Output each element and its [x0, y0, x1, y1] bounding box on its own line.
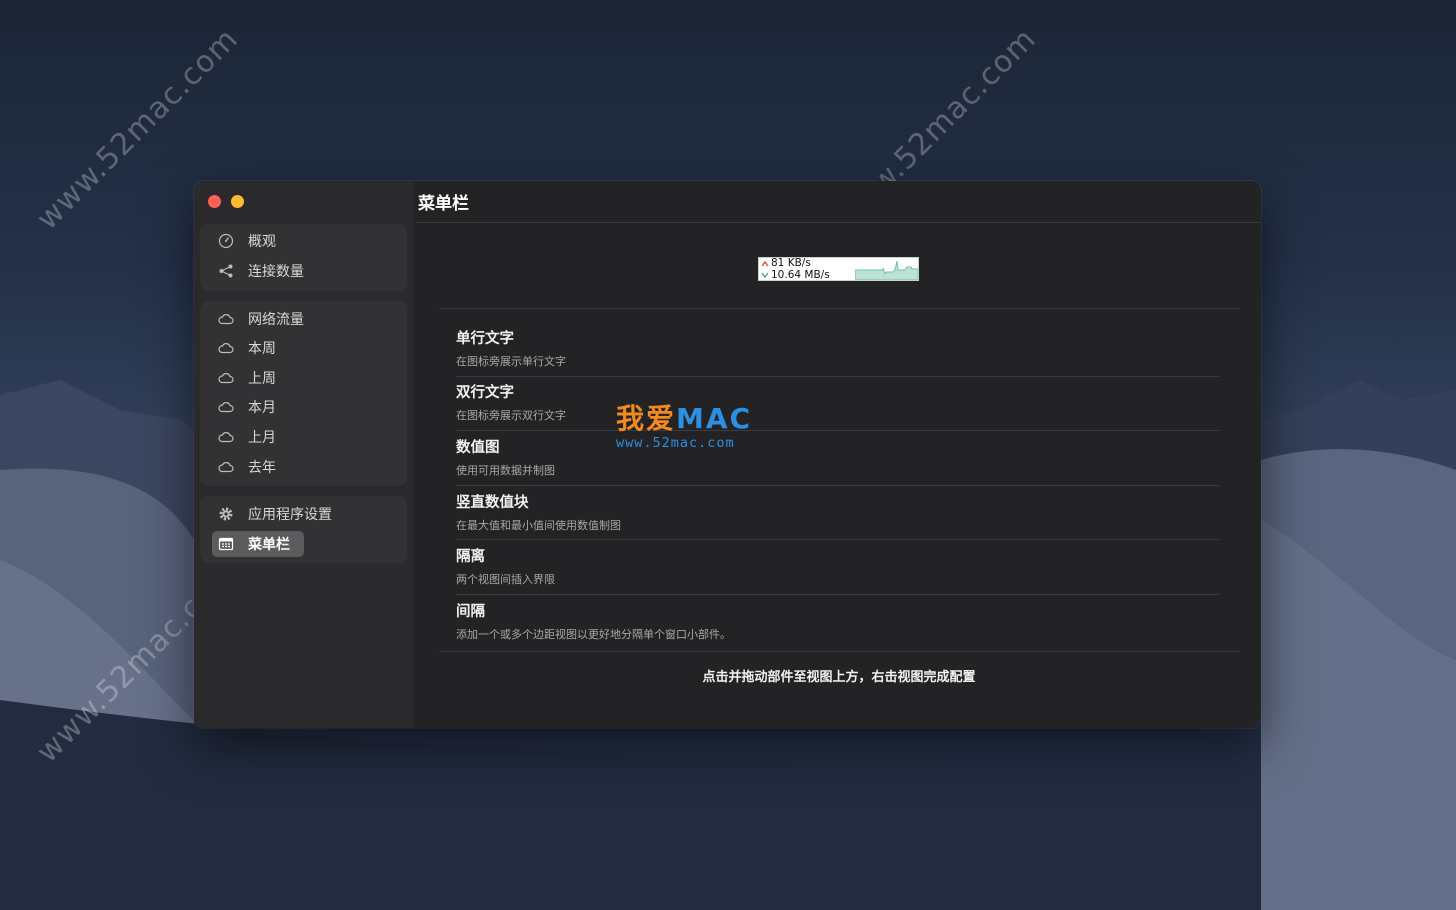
widget-title: 间隔	[456, 604, 485, 620]
widget-title: 单行文字	[456, 331, 514, 347]
title-divider	[416, 222, 1261, 223]
cloud-icon	[218, 340, 234, 356]
widget-single-line[interactable]: 单行文字 在图标旁展示单行文字	[456, 327, 566, 369]
widget-subtitle: 在图标旁展示双行文字	[456, 409, 566, 422]
widget-vertical-block[interactable]: 竖直数值块 在最大值和最小值间使用数值制图	[456, 491, 621, 533]
close-button[interactable]	[208, 195, 221, 208]
upload-arrow-icon	[761, 260, 769, 267]
row-divider	[456, 594, 1219, 595]
sidebar-item-label: 应用程序设置	[248, 507, 332, 523]
widget-title: 双行文字	[456, 385, 514, 401]
row-divider	[456, 539, 1219, 540]
share-icon	[218, 263, 234, 279]
cloud-icon	[218, 399, 234, 415]
download-speed: 10.64 MB/s	[771, 269, 830, 281]
cloud-icon	[218, 459, 234, 475]
row-divider	[456, 430, 1219, 431]
logo-url-text: www.52mac.com	[616, 435, 735, 451]
sidebar-item-label: 上周	[248, 371, 276, 387]
sidebar-item-label: 概观	[248, 234, 276, 250]
sidebar-item-label: 菜单栏	[248, 537, 290, 553]
menubar-icon	[218, 536, 234, 552]
download-arrow-icon	[761, 272, 769, 279]
cloud-icon	[218, 311, 234, 327]
page-title: 菜单栏	[418, 194, 469, 214]
widget-separator[interactable]: 隔离 两个视图间插入界限	[456, 545, 555, 587]
footer-divider	[439, 651, 1240, 652]
widget-double-line[interactable]: 双行文字 在图标旁展示双行文字	[456, 381, 566, 423]
minimize-button[interactable]	[231, 195, 244, 208]
site-logo: 我爱MAC www.52mac.com	[616, 397, 752, 451]
logo-en-text: MAC	[676, 402, 753, 435]
row-divider	[456, 485, 1219, 486]
sidebar-group-overview: 概观 连接数量	[200, 224, 407, 291]
widget-title: 数值图	[456, 440, 500, 456]
widget-subtitle: 两个视图间插入界限	[456, 573, 555, 586]
sidebar-group-settings: 应用程序设置 菜单栏	[200, 496, 407, 563]
instruction-text: 点击并拖动部件至视图上方，右击视图完成配置	[702, 670, 976, 685]
sidebar-item-label: 连接数量	[248, 264, 304, 280]
upload-speed: 81 KB/s	[771, 257, 811, 269]
sidebar-item-overview[interactable]: 概观	[212, 228, 276, 254]
widget-title: 隔离	[456, 549, 485, 565]
widget-subtitle: 使用可用数据并制图	[456, 464, 555, 477]
sidebar-item-menubar[interactable]: 菜单栏	[212, 531, 304, 557]
widget-subtitle: 添加一个或多个边距视图以更好地分隔单个窗口小部件。	[456, 628, 731, 641]
sidebar-item-app-settings[interactable]: 应用程序设置	[212, 501, 332, 527]
app-window: 概观 连接数量 网络流量 本周 上周 本月 上月 去年 应用程序设置 菜单栏 菜…	[194, 181, 1261, 728]
sidebar-item-this-week[interactable]: 本周	[212, 335, 276, 361]
sidebar-item-last-month[interactable]: 上月	[212, 424, 276, 450]
sidebar-item-label: 本月	[248, 400, 276, 416]
sidebar-group-traffic: 网络流量 本周 上周 本月 上月 去年	[200, 301, 407, 486]
traffic-graph	[855, 260, 918, 280]
sidebar-item-label: 上月	[248, 430, 276, 446]
gear-icon	[218, 506, 234, 522]
menubar-preview[interactable]: 81 KB/s 10.64 MB/s	[758, 257, 919, 281]
sidebar-item-this-month[interactable]: 本月	[212, 394, 276, 420]
sidebar-item-traffic[interactable]: 网络流量	[212, 306, 304, 332]
widget-spacer[interactable]: 间隔 添加一个或多个边距视图以更好地分隔单个窗口小部件。	[456, 600, 731, 642]
cloud-icon	[218, 429, 234, 445]
logo-cn-text: 我爱	[616, 402, 677, 435]
sidebar-item-label: 网络流量	[248, 312, 304, 328]
sidebar-item-last-year[interactable]: 去年	[212, 454, 276, 480]
widget-subtitle: 在图标旁展示单行文字	[456, 355, 566, 368]
widget-subtitle: 在最大值和最小值间使用数值制图	[456, 519, 621, 532]
row-divider	[456, 376, 1219, 377]
preview-divider	[439, 308, 1240, 309]
gauge-icon	[218, 233, 234, 249]
widget-value-graph[interactable]: 数值图 使用可用数据并制图	[456, 436, 555, 478]
cloud-icon	[218, 370, 234, 386]
sidebar-item-last-week[interactable]: 上周	[212, 365, 276, 391]
sidebar-item-label: 本周	[248, 341, 276, 357]
sidebar-item-connections[interactable]: 连接数量	[212, 258, 304, 284]
sidebar-item-label: 去年	[248, 460, 276, 476]
widget-title: 竖直数值块	[456, 495, 529, 511]
